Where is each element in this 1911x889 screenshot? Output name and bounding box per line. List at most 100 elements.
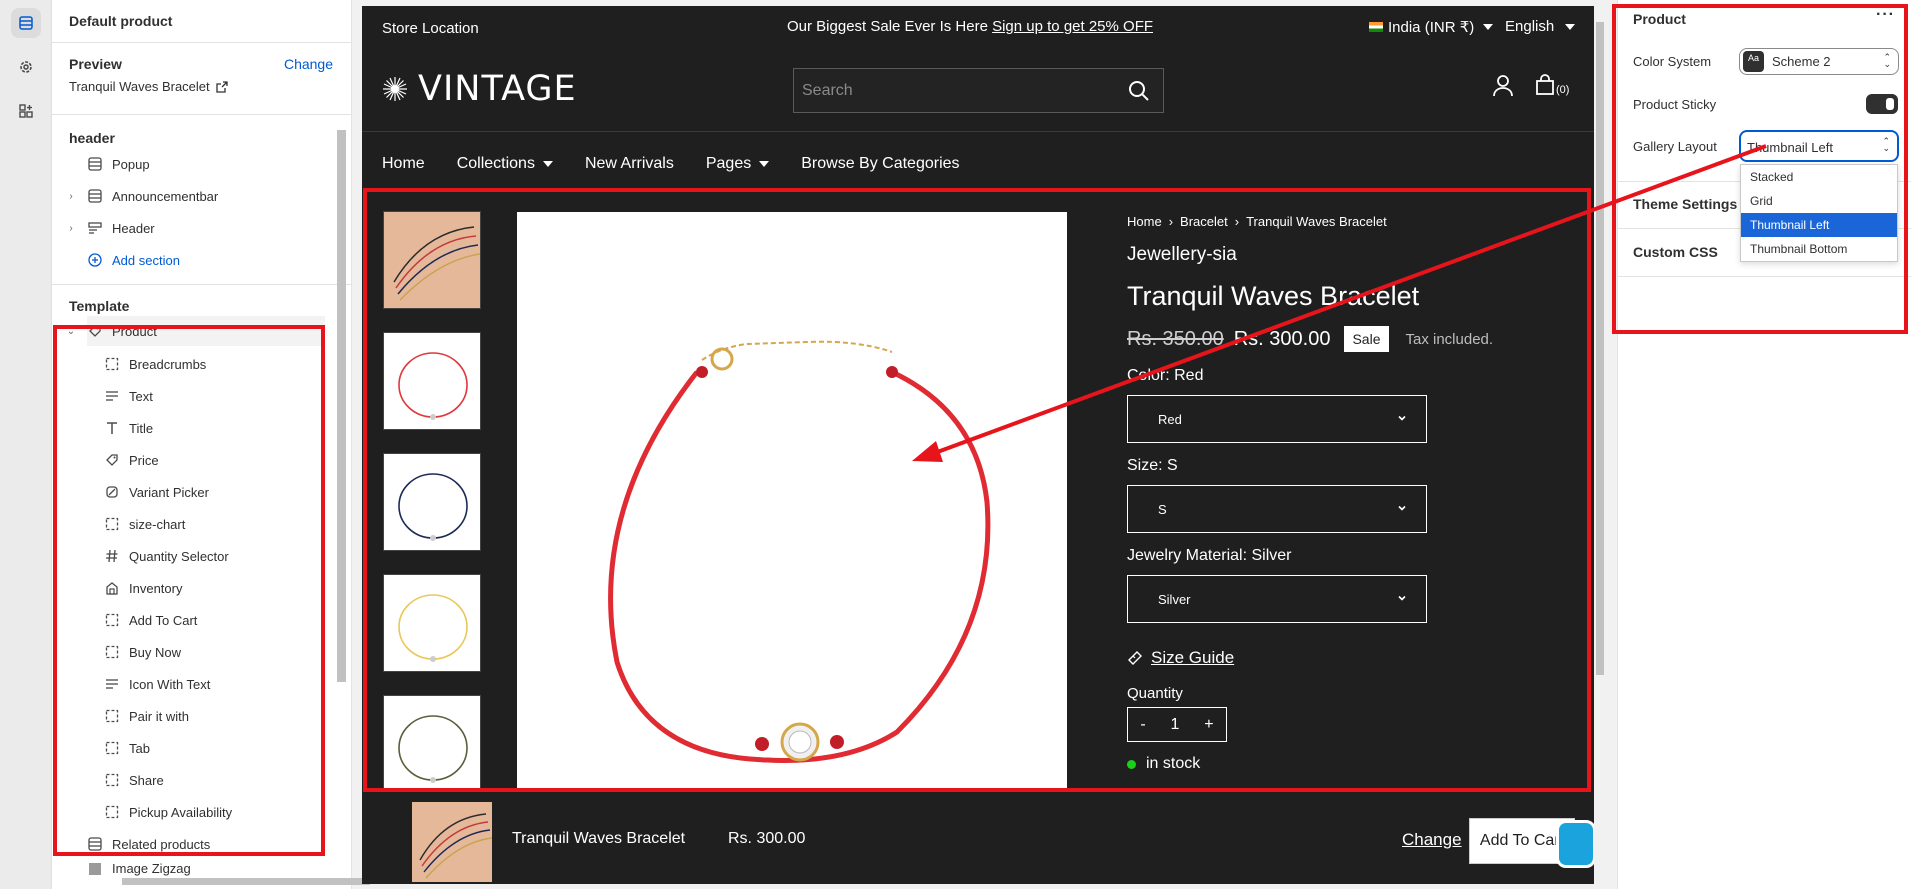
block-label: Variant Picker xyxy=(129,484,209,500)
chevron-down-icon xyxy=(1398,505,1406,511)
thumbnail-5[interactable] xyxy=(383,695,481,791)
option-thumbnail-left[interactable]: Thumbnail Left xyxy=(1741,213,1897,237)
product-sticky-toggle[interactable] xyxy=(1866,94,1898,114)
hash-icon xyxy=(104,548,120,564)
quantity-minus-button[interactable]: - xyxy=(1140,716,1145,734)
size-select[interactable]: S xyxy=(1127,485,1427,533)
nav-home[interactable]: Home xyxy=(382,155,425,173)
block-inventory[interactable]: Inventory xyxy=(104,573,182,603)
thumbnail-2[interactable] xyxy=(383,332,481,430)
chevron-right-icon[interactable]: › xyxy=(65,223,77,234)
option-thumbnail-bottom[interactable]: Thumbnail Bottom xyxy=(1741,237,1897,261)
chevron-right-icon[interactable]: › xyxy=(65,191,77,202)
thumbnail-1[interactable] xyxy=(383,211,481,309)
search-box[interactable]: Search xyxy=(793,68,1164,113)
option-grid[interactable]: Grid xyxy=(1741,189,1897,213)
section-related-products[interactable]: Related products xyxy=(87,829,210,859)
gallery-layout-value: Thumbnail Left xyxy=(1747,140,1833,155)
change-preview-link[interactable]: Change xyxy=(284,56,333,72)
in-stock-dot-icon xyxy=(1127,759,1136,769)
search-input[interactable]: Search xyxy=(802,82,853,100)
block-text[interactable]: Text xyxy=(104,381,153,411)
section-header[interactable]: › Header xyxy=(69,213,154,243)
cart-button[interactable]: (0) xyxy=(1535,74,1569,96)
size-guide-link[interactable]: Size Guide xyxy=(1127,648,1234,668)
chat-widget-icon[interactable] xyxy=(1556,820,1594,868)
quantity-plus-button[interactable]: + xyxy=(1204,716,1213,734)
section-icon xyxy=(87,836,103,852)
quantity-input[interactable]: 1 xyxy=(1171,716,1180,734)
block-share[interactable]: Share xyxy=(104,765,164,795)
thumbnail-3[interactable] xyxy=(383,453,481,551)
section-image-zigzag[interactable]: Image Zigzag xyxy=(87,861,191,877)
section-announcementbar[interactable]: › Announcementbar xyxy=(69,181,218,211)
color-scheme-select[interactable]: Aa Scheme 2 ⌃ ⌄ xyxy=(1739,48,1899,75)
vertical-scrollbar[interactable] xyxy=(336,118,347,888)
scrollbar-thumb[interactable] xyxy=(337,130,346,682)
nav-new-arrivals[interactable]: New Arrivals xyxy=(585,155,674,173)
section-popup[interactable]: Popup xyxy=(87,149,150,179)
color-select[interactable]: Red xyxy=(1127,395,1427,443)
sections-icon[interactable] xyxy=(11,8,41,38)
language-selector[interactable]: English xyxy=(1505,18,1576,35)
preview-scrollbar[interactable] xyxy=(1594,6,1606,884)
more-options-icon[interactable]: ··· xyxy=(1876,6,1895,24)
block-tab[interactable]: Tab xyxy=(104,733,150,763)
thumbnail-4[interactable] xyxy=(383,574,481,672)
nav-label: New Arrivals xyxy=(584,155,674,172)
sticky-product-image xyxy=(412,802,492,882)
preview-product-name: Tranquil Waves Bracelet xyxy=(69,79,210,94)
caret-down-icon xyxy=(542,161,553,167)
nav-pages[interactable]: Pages xyxy=(706,155,770,173)
quantity-label: Quantity xyxy=(1127,685,1183,702)
block-title[interactable]: Title xyxy=(104,413,153,443)
horizontal-scrollbar[interactable] xyxy=(112,876,380,887)
block-icon-with-text[interactable]: Icon With Text xyxy=(104,669,210,699)
color-select-value: Red xyxy=(1158,412,1182,427)
block-icon xyxy=(104,804,120,820)
chevron-down-icon xyxy=(1398,415,1406,421)
breadcrumb-home[interactable]: Home xyxy=(1127,214,1162,229)
store-logo[interactable]: VINTAGE xyxy=(382,69,577,109)
block-pickup-availability[interactable]: Pickup Availability xyxy=(104,797,232,827)
sun-logo-icon xyxy=(383,77,407,101)
product-main-image[interactable] xyxy=(517,212,1067,791)
block-pair-it-with[interactable]: Pair it with xyxy=(104,701,189,731)
gear-icon[interactable] xyxy=(11,52,41,82)
account-icon[interactable] xyxy=(1492,74,1514,98)
block-price[interactable]: Price xyxy=(104,445,159,475)
gallery-layout-select[interactable]: Thumbnail Left ⌃ ⌄ xyxy=(1739,130,1899,162)
search-icon[interactable] xyxy=(1127,79,1151,103)
inventory-status: in stock xyxy=(1127,755,1200,773)
block-quantity-selector[interactable]: Quantity Selector xyxy=(104,541,229,571)
breadcrumb-bracelet[interactable]: Bracelet xyxy=(1180,214,1228,229)
shopping-bag-icon xyxy=(1536,74,1554,95)
preview-product[interactable]: Tranquil Waves Bracelet xyxy=(69,79,228,94)
add-section-button[interactable]: Add section xyxy=(87,245,180,275)
block-breadcrumbs[interactable]: Breadcrumbs xyxy=(104,349,206,379)
scrollbar-thumb[interactable] xyxy=(122,878,370,885)
nav-browse-categories[interactable]: Browse By Categories xyxy=(801,155,959,173)
block-add-to-cart[interactable]: Add To Cart xyxy=(104,605,197,635)
breadcrumb-current: Tranquil Waves Bracelet xyxy=(1246,214,1387,229)
block-size-chart[interactable]: size-chart xyxy=(104,509,185,539)
scrollbar-thumb[interactable] xyxy=(1596,22,1604,675)
material-select[interactable]: Silver xyxy=(1127,575,1427,623)
sticky-change-link[interactable]: Change xyxy=(1402,830,1462,850)
chevron-down-icon[interactable]: ⌄ xyxy=(65,326,77,337)
compare-at-price: Rs. 350.00 xyxy=(1127,327,1224,350)
block-variant-picker[interactable]: Variant Picker xyxy=(104,477,209,507)
block-buy-now[interactable]: Buy Now xyxy=(104,637,181,667)
section-product[interactable]: ⌄ Product xyxy=(67,316,325,346)
apps-icon[interactable] xyxy=(11,96,41,126)
theme-settings-link[interactable]: Theme Settings xyxy=(1633,196,1737,212)
nav-collections[interactable]: Collections xyxy=(457,155,553,173)
theme-editor: Default product Preview Change Tranquil … xyxy=(0,0,1911,889)
block-label: Share xyxy=(129,772,164,788)
currency-selector[interactable]: India (INR ₹) xyxy=(1369,18,1494,36)
store-location-link[interactable]: Store Location xyxy=(382,20,479,37)
promo-link[interactable]: Sign up to get 25% OFF xyxy=(992,18,1153,35)
option-stacked[interactable]: Stacked xyxy=(1741,165,1897,189)
section-label: Related products xyxy=(112,836,211,852)
custom-css-link[interactable]: Custom CSS xyxy=(1633,244,1718,260)
